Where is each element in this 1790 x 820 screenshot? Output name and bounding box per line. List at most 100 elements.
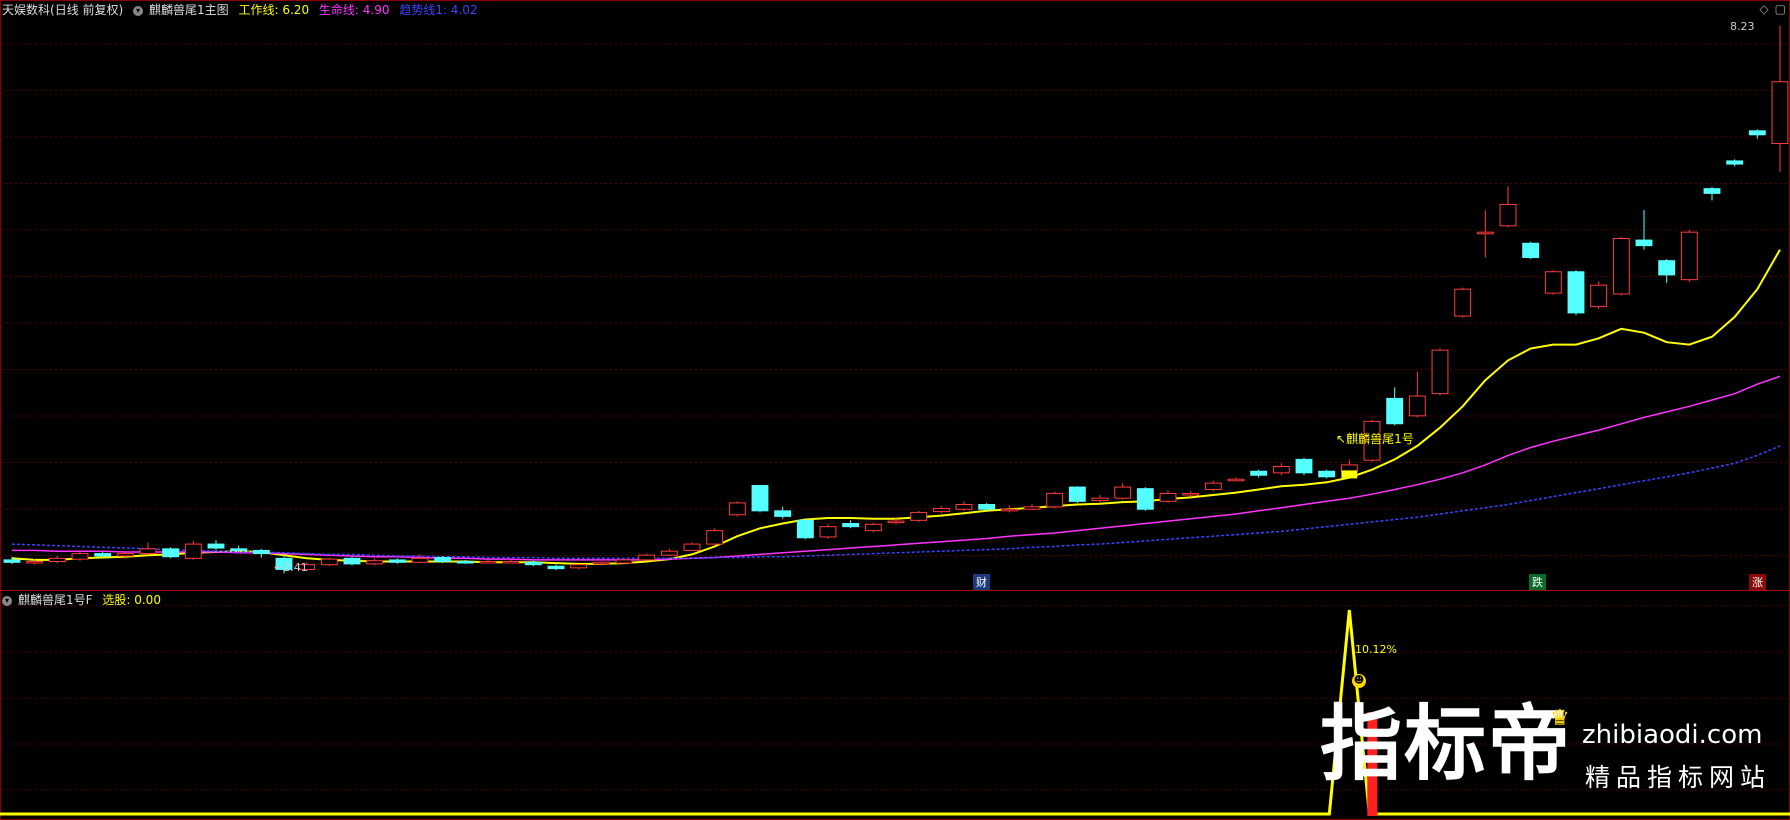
candle-body [1386,397,1404,425]
candle-body [638,554,656,561]
candle-body [728,502,746,516]
smiley-icon: ☻ [1352,674,1366,688]
candle-body [774,510,792,517]
trend-line-value: 趋势线1: 4.02 [399,3,478,17]
candle-body [819,526,837,538]
candle-body [1726,160,1744,165]
candle-body [456,561,474,564]
candle-body [139,548,157,555]
candle-body [1408,395,1426,417]
candle-body [706,530,724,545]
candle-body [1703,188,1721,194]
marker-zhang: 涨 [1749,574,1766,590]
window-icon[interactable]: ▢ [1775,2,1786,16]
main-indicator-name[interactable]: 麒麟兽尾1主图 [149,3,229,17]
candle-body [524,561,542,566]
candle-body [1590,284,1608,308]
candle-body [910,511,928,521]
candle-body [1771,81,1789,144]
candle-body [1204,482,1222,490]
candle-body [252,549,270,555]
high-price-label: 8.23 [1730,20,1755,33]
stock-name[interactable]: 天娱数科 [2,3,50,17]
signal-label-text: 麒麟兽尾1号 [1346,432,1414,446]
candle-body [1612,238,1630,295]
candle-body [479,561,497,564]
candle-body [116,553,134,557]
candle-body [842,523,860,528]
candle-body [343,557,361,565]
signal-label: ↖麒麟兽尾1号 [1336,432,1414,446]
candle-body [207,543,225,549]
candle-body [1635,239,1653,247]
candle-body [1476,231,1494,235]
candle-body [1748,130,1766,136]
marker-die: 跌 [1529,574,1546,590]
candle-body [570,564,588,569]
candle-body [1068,486,1086,502]
candle-body [955,504,973,510]
candle-body [94,553,112,557]
candle-body [502,561,520,564]
collapse-icon-sub[interactable]: ▾ [2,595,12,606]
series-line-2 [12,375,1781,561]
candle-body [366,560,384,565]
candle-body [547,565,565,570]
candle-body [388,559,406,563]
main-chart-header: 天娱数科(日线 前复权) ▾ 麒麟兽尾1主图 工作线: 6.20 生命线: 4.9… [2,2,484,18]
candle-body [978,504,996,510]
candle-body [1136,488,1154,510]
candle-body [434,557,452,563]
life-line-value: 生命线: 4.90 [318,3,390,17]
watermark-url: zhibiaodi.com [1582,720,1763,750]
candle-body [184,543,202,559]
marker-cai: 财 [973,574,990,590]
candle-body [660,550,678,556]
signal-percent: 10.12% [1355,643,1397,656]
signal-box [1341,470,1358,479]
candle-body [1340,464,1358,472]
candle-body [1091,497,1109,502]
candle-body [1250,470,1268,476]
candle-body [864,523,882,532]
period-label: (日线 前复权) [50,3,124,17]
candle-body [592,561,610,565]
candle-body [3,559,21,563]
candle-body [1680,231,1698,281]
sub-indicator-name[interactable]: 麒麟兽尾1号F [18,593,93,607]
candle-body [1658,260,1676,276]
candle-body [1499,203,1517,227]
select-stock-value: 选股: 0.00 [102,593,161,607]
candle-body [320,558,338,566]
collapse-icon[interactable]: ▾ [133,5,144,16]
candle-body [887,520,905,524]
series-line-1 [11,249,1781,565]
candle-body [615,559,633,564]
candle-body [683,543,701,551]
corner-controls: ◇ ▢ [1753,2,1786,16]
diamond-icon[interactable]: ◇ [1759,2,1768,16]
candle-body [1431,349,1449,395]
candle-body [1544,271,1562,294]
low-price-value: 2.41 [283,561,308,574]
low-price-label: ←2.41 [274,561,308,574]
candle-body [411,557,429,563]
watermark-slogan: 精品指标网站 [1585,763,1772,792]
candle-body [162,548,180,558]
watermark-big: 指标帝 [1320,697,1573,792]
candle-body [1159,492,1177,502]
candle-body [751,485,769,512]
candle-body [1272,466,1290,474]
candle-body [1295,458,1313,474]
candle-body [1318,470,1336,478]
candle-body [1522,242,1540,258]
candle-body [1023,506,1041,510]
candle-body [26,561,44,564]
candle-body [71,553,89,560]
candle-body [932,507,950,513]
candle-body [1454,288,1472,317]
candle-body [230,548,248,551]
candle-body [1567,271,1585,314]
candle-body [1114,486,1132,499]
candle-body [1000,508,1018,512]
